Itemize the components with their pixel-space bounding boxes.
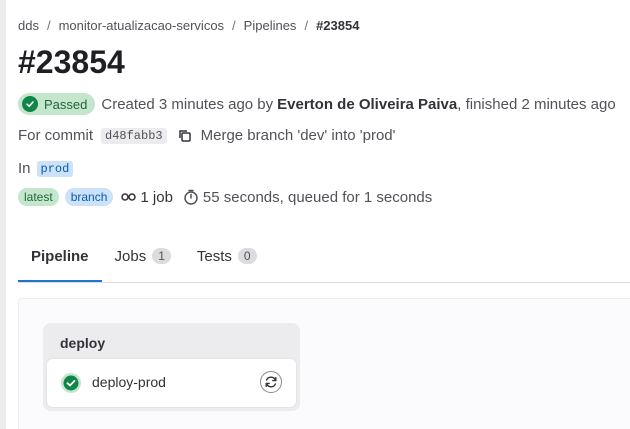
tab-jobs[interactable]: Jobs 1	[102, 238, 184, 282]
ref-prefix: In	[18, 160, 31, 177]
author-link[interactable]: Everton de Oliveira Paiva	[277, 96, 457, 113]
commit-prefix: For commit	[18, 127, 93, 144]
duration-text: 55 seconds, queued for 1 seconds	[202, 188, 433, 206]
meta-line: latest branch 1 job 55 seconds, queued f…	[18, 188, 432, 206]
page-title: #23854	[18, 44, 125, 80]
breadcrumb: dds / monitor-atualizacao-servicos / Pip…	[18, 18, 359, 33]
breadcrumb-pipelines[interactable]: Pipelines	[244, 18, 297, 33]
copy-icon[interactable]	[177, 128, 193, 144]
tab-count-badge: 1	[152, 248, 171, 264]
job-name[interactable]: deploy-prod	[92, 374, 166, 390]
timer-icon	[183, 189, 199, 205]
pipeline-graph: deploy deploy-prod	[18, 298, 630, 429]
branch-ref[interactable]: prod	[36, 160, 74, 177]
job-item[interactable]: deploy-prod	[47, 359, 296, 407]
status-badge-label: Passed	[44, 96, 88, 112]
stage-column: deploy deploy-prod	[43, 323, 300, 411]
pipeline-tabs: Pipeline Jobs 1 Tests 0	[18, 238, 630, 283]
check-circle-icon	[61, 373, 81, 398]
tab-count-badge: 0	[237, 248, 257, 264]
breadcrumb-project[interactable]: monitor-atualizacao-servicos	[59, 18, 224, 33]
stage-name: deploy	[60, 335, 106, 351]
tab-label: Tests	[196, 248, 232, 265]
check-circle-icon	[22, 96, 38, 112]
jobs-count: 1 job	[121, 189, 173, 206]
commit-message[interactable]: Merge branch 'dev' into 'prod'	[201, 127, 396, 144]
created-text: Created 3 minutes ago by	[101, 95, 274, 113]
latest-badge: latest	[18, 188, 59, 206]
retry-button[interactable]	[260, 371, 282, 393]
ref-line: In prod	[18, 160, 74, 177]
jobs-count-label: 1 job	[140, 188, 173, 206]
breadcrumb-group[interactable]: dds	[18, 18, 39, 33]
tab-label: Jobs	[114, 248, 147, 265]
tab-label: Pipeline	[31, 248, 89, 265]
commit-sha[interactable]: d48fabb3	[101, 127, 167, 144]
pipeline-icon	[121, 191, 137, 203]
breadcrumb-separator: /	[232, 18, 236, 33]
status-line: Passed Created 3 minutes ago by Everton …	[18, 93, 616, 115]
retry-icon	[265, 376, 277, 388]
finished-text: , finished 2 minutes ago	[457, 95, 616, 113]
breadcrumb-separator: /	[46, 18, 51, 33]
tab-tests[interactable]: Tests 0	[184, 238, 270, 282]
breadcrumb-separator: /	[304, 18, 309, 33]
pipeline-page: dds / monitor-atualizacao-servicos / Pip…	[0, 0, 630, 429]
status-badge[interactable]: Passed	[18, 93, 96, 115]
commit-line: For commit d48fabb3 Merge branch 'dev' i…	[18, 127, 396, 144]
breadcrumb-current[interactable]: #23854	[316, 18, 359, 33]
tab-pipeline[interactable]: Pipeline	[18, 238, 102, 282]
duration: 55 seconds, queued for 1 seconds	[183, 189, 432, 206]
branch-badge: branch	[64, 188, 114, 206]
